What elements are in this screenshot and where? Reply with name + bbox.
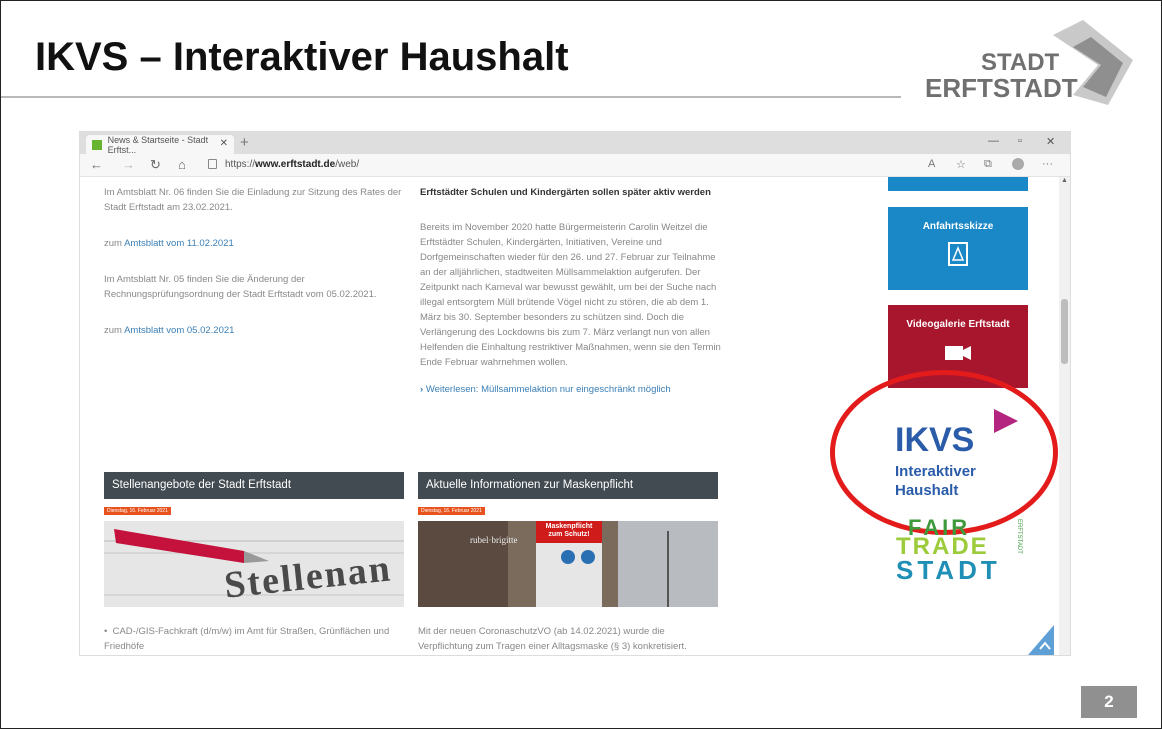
anfahrt-label: Anfahrtsskizze	[922, 221, 994, 232]
highlight-circle	[830, 370, 1058, 535]
logo-text-erftstadt: ERFTSTADT	[925, 73, 1078, 103]
read-more-link[interactable]: Weiterlesen: Müllsammelaktion nur einges…	[426, 384, 671, 395]
url-domain: www.erftstadt.de	[255, 159, 336, 170]
sidebar-tile-top[interactable]	[888, 177, 1028, 191]
amtsblatt-paragraph-1: Im Amtsblatt Nr. 06 finden Sie die Einla…	[104, 187, 402, 213]
browser-window: News & Startseite - Stadt Erftst... ✕ + …	[80, 132, 1070, 655]
job-title[interactable]: CAD-/GIS-Fachkraft (d/m/w) im Amt für St…	[104, 626, 389, 652]
amtsblatt-link-line-2: zum Amtsblatt vom 05.02.2021	[104, 323, 404, 338]
fairtrade-logo[interactable]: FAIR TRADE STADT ERFTSTADT	[896, 517, 1036, 589]
close-icon[interactable]: ✕	[1046, 135, 1055, 148]
scrollbar-thumb[interactable]	[1061, 299, 1068, 364]
amtsblatt-link-1[interactable]: Amtsblatt vom 11.02.2021	[124, 238, 234, 249]
date-badge: Dienstag, 16. Februar 2021	[104, 507, 171, 515]
read-more-line[interactable]: › Weiterlesen: Müllsammelaktion nur eing…	[420, 382, 725, 397]
fairtrade-small: ERFTSTADT	[1016, 519, 1022, 554]
lock-icon	[208, 159, 217, 170]
minimize-icon[interactable]: —	[988, 135, 999, 147]
news-column-left: Im Amtsblatt Nr. 06 finden Sie die Einla…	[104, 185, 404, 359]
jobs-image[interactable]: Stellenan	[104, 521, 404, 607]
anfahrtsskizze-tile[interactable]: Anfahrtsskizze	[888, 207, 1028, 290]
date-badge: Dienstag, 16. Februar 2021	[418, 507, 485, 515]
favicon-icon	[92, 139, 102, 150]
news-heading: Erftstädter Schulen und Kindergärten sol…	[420, 187, 711, 198]
web-page: Im Amtsblatt Nr. 06 finden Sie die Einla…	[80, 177, 1070, 655]
mask-info-card[interactable]: Aktuelle Informationen zur Maskenpflicht…	[418, 472, 718, 654]
mask-sign-text: Maskenpflicht zum Schutz!	[545, 523, 593, 538]
maximize-icon[interactable]: ▫	[1018, 135, 1022, 147]
jobs-card[interactable]: Stellenangebote der Stadt Erftstadt Dien…	[104, 472, 404, 654]
slide: IKVS – Interaktiver Haushalt STADT ERFTS…	[0, 0, 1162, 729]
favorite-icon[interactable]: ☆	[956, 158, 966, 171]
more-icon[interactable]: ···	[1042, 158, 1053, 170]
job-list-item[interactable]: • CAD-/GIS-Fachkraft (d/m/w) im Amt für …	[104, 624, 404, 654]
amtsblatt-link-line-1: zum Amtsblatt vom 11.02.2021	[104, 236, 404, 251]
slide-title: IKVS – Interaktiver Haushalt	[35, 35, 569, 79]
news-body: Bereits im November 2020 hatte Bürgermei…	[420, 222, 721, 368]
amtsblatt-paragraph-2: Im Amtsblatt Nr. 05 finden Sie die Änder…	[104, 274, 377, 300]
profile-icon[interactable]	[1012, 158, 1024, 170]
link-prefix: zum	[104, 325, 125, 336]
video-label: Videogalerie Erftstadt	[906, 319, 1010, 330]
card-title[interactable]: Stellenangebote der Stadt Erftstadt	[104, 472, 404, 499]
url-prefix: https://	[225, 159, 256, 170]
forward-icon[interactable]: →	[122, 157, 135, 172]
new-tab-icon[interactable]: +	[240, 134, 249, 151]
title-divider	[1, 96, 901, 98]
scrollbar[interactable]: ▲	[1059, 177, 1070, 655]
browser-tab[interactable]: News & Startseite - Stadt Erftst... ✕	[86, 134, 234, 155]
collections-icon[interactable]: ⧉	[984, 158, 992, 171]
chevron-right-icon: ›	[420, 384, 424, 395]
scroll-to-top-icon[interactable]	[1028, 625, 1054, 655]
mask-info-text: Mit der neuen CoronaschutzVO (ab 14.02.2…	[418, 626, 687, 652]
link-prefix: zum	[104, 238, 125, 249]
store-sign-text: rubel·brigitte	[470, 535, 518, 545]
tab-title: News & Startseite - Stadt Erftst...	[107, 134, 209, 155]
read-aloud-icon[interactable]: A	[928, 158, 935, 170]
pdf-icon	[948, 242, 968, 266]
tab-bar: News & Startseite - Stadt Erftst... ✕ + …	[80, 132, 1070, 155]
news-column-mid: Erftstädter Schulen und Kindergärten sol…	[420, 185, 725, 409]
home-icon[interactable]: ⌂	[178, 157, 186, 172]
bullet-icon: •	[104, 626, 108, 637]
card-title[interactable]: Aktuelle Informationen zur Maskenpflicht	[418, 472, 718, 499]
video-camera-icon	[945, 346, 971, 360]
scroll-up-icon[interactable]: ▲	[1061, 177, 1068, 184]
mask-image[interactable]: rubel·brigitte Maskenpflicht zum Schutz!	[418, 521, 718, 607]
address-bar[interactable]: https://www.erftstadt.de/web/	[208, 157, 908, 173]
browser-toolbar: ← → ↻ ⌂ https://www.erftstadt.de/web/ A …	[80, 154, 1070, 177]
fairtrade-line-3: STADT	[896, 555, 1001, 585]
url-path: /web/	[335, 159, 360, 170]
tab-close-icon[interactable]: ✕	[220, 138, 228, 149]
refresh-icon[interactable]: ↻	[150, 157, 161, 173]
stadt-erftstadt-logo: STADT ERFTSTADT	[923, 15, 1143, 107]
amtsblatt-link-2[interactable]: Amtsblatt vom 05.02.2021	[124, 325, 234, 336]
back-icon[interactable]: ←	[90, 157, 103, 172]
page-number: 2	[1081, 686, 1137, 718]
